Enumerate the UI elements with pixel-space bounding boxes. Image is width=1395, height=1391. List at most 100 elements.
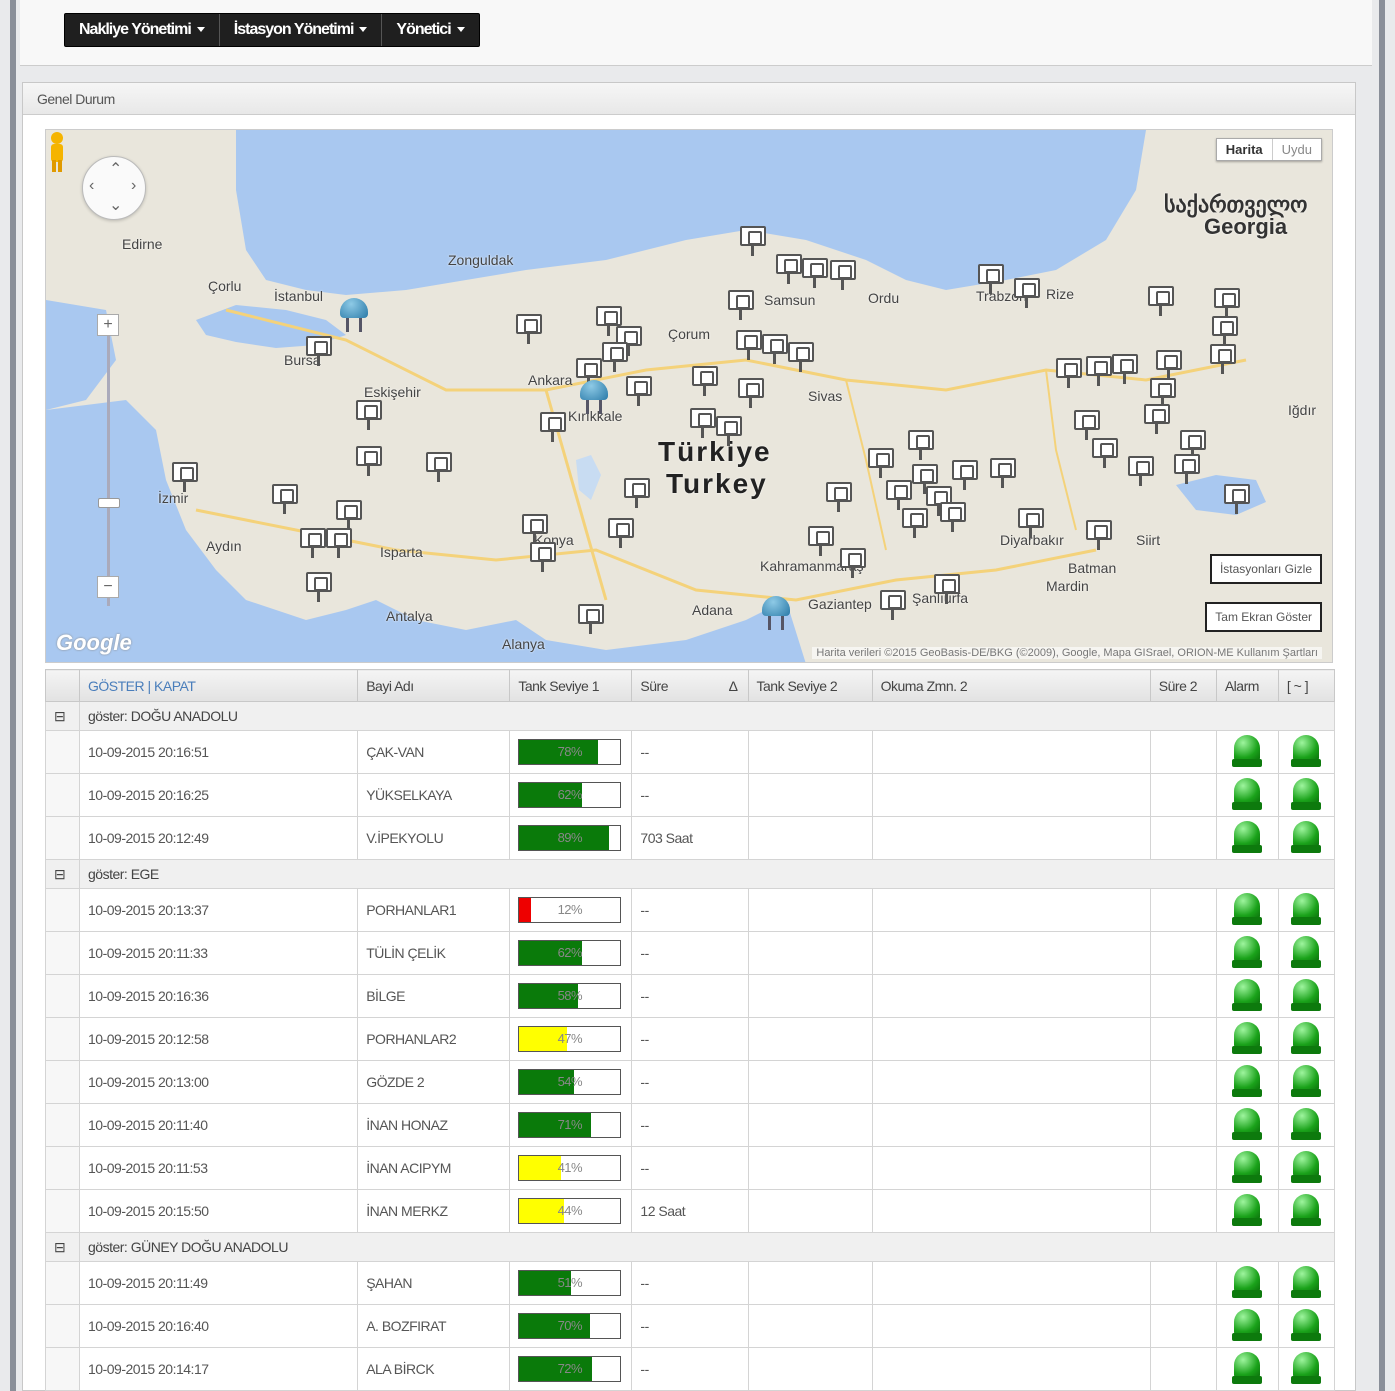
alarm-green-light-icon[interactable] [1291,1151,1322,1185]
alarm-green-light-icon[interactable] [1232,1151,1263,1185]
alarm-green-light-icon[interactable] [1232,936,1263,970]
station-marker-icon[interactable] [840,548,866,578]
alarm-green-light-icon[interactable] [1232,778,1263,812]
station-marker-icon[interactable] [830,260,856,290]
fullscreen-button[interactable]: Tam Ekran Göster [1205,602,1322,632]
table-row[interactable]: 10-09-2015 20:12:49 V.İPEKYOLU 89% 703 Saat [44,816,1336,860]
menu-transport-management[interactable]: Nakliye Yönetimi [65,14,220,46]
station-marker-icon[interactable] [356,400,382,430]
alarm-green-light-icon[interactable] [1232,1194,1263,1228]
station-marker-icon[interactable] [1014,278,1040,308]
group-row[interactable]: ⊟ göster: GÜNEY DOĞU ANADOLU [44,1232,1335,1262]
alarm-green-light-icon[interactable] [1291,735,1322,769]
station-marker-icon[interactable] [886,480,912,510]
table-row[interactable]: 10-09-2015 20:16:36 BİLGE 58% -- [44,974,1336,1018]
station-marker-icon[interactable] [624,478,650,508]
alarm-cell-2[interactable] [1277,1189,1336,1233]
alarm-cell-2[interactable] [1277,1060,1336,1104]
station-marker-icon[interactable] [728,290,754,320]
header-tank1[interactable]: Tank Seviye 1 [509,669,633,702]
zoom-out-button[interactable]: − [97,576,119,598]
table-row[interactable]: 10-09-2015 20:14:17 ALA BİRCK 72% -- [44,1347,1336,1391]
tank-marker-icon[interactable] [338,298,370,334]
station-marker-icon[interactable] [1086,356,1112,386]
alarm-green-light-icon[interactable] [1232,1309,1263,1343]
header-duration2[interactable]: Süre 2 [1149,669,1217,702]
station-marker-icon[interactable] [306,572,332,602]
station-marker-icon[interactable] [762,334,788,364]
map-type-map-button[interactable]: Harita [1217,139,1273,160]
alarm-cell[interactable] [1215,1347,1279,1391]
alarm-cell[interactable] [1215,816,1279,860]
alarm-cell-2[interactable] [1277,773,1336,817]
station-marker-icon[interactable] [626,376,652,406]
alarm-green-light-icon[interactable] [1291,778,1322,812]
station-marker-icon[interactable] [1210,344,1236,374]
table-row[interactable]: 10-09-2015 20:11:49 ŞAHAN 51% -- [44,1261,1336,1305]
alarm-cell-2[interactable] [1277,888,1336,932]
map-view[interactable]: ⌃ ‹ › ⌄ + − Harita Uydu İstasyonları Giz… [45,129,1333,663]
collapse-toggle-icon[interactable]: ⊟ [44,1232,81,1262]
alarm-cell-2[interactable] [1277,1261,1336,1305]
pan-left-icon[interactable]: ‹ [89,177,94,195]
station-marker-icon[interactable] [578,604,604,634]
station-marker-icon[interactable] [738,378,764,408]
sort-icon[interactable]: Δ [729,678,738,694]
pan-right-icon[interactable]: › [131,177,136,195]
table-row[interactable]: 10-09-2015 20:13:37 PORHANLAR1 12% -- [44,888,1336,932]
station-marker-icon[interactable] [1128,456,1154,486]
alarm-green-light-icon[interactable] [1232,1266,1263,1300]
table-row[interactable]: 10-09-2015 20:13:00 GÖZDE 2 54% -- [44,1060,1336,1104]
menu-admin[interactable]: Yönetici [382,14,478,46]
table-row[interactable]: 10-09-2015 20:16:25 YÜKSELKAYA 62% -- [44,773,1336,817]
table-row[interactable]: 10-09-2015 20:11:33 TÜLİN ÇELİK 62% -- [44,931,1336,975]
station-marker-icon[interactable] [172,462,198,492]
table-row[interactable]: 10-09-2015 20:12:58 PORHANLAR2 47% -- [44,1017,1336,1061]
alarm-cell[interactable] [1215,773,1279,817]
station-marker-icon[interactable] [1214,288,1240,318]
group-label[interactable]: göster: GÜNEY DOĞU ANADOLU [79,1232,1335,1262]
station-marker-icon[interactable] [356,446,382,476]
alarm-cell-2[interactable] [1277,730,1336,774]
header-tank2[interactable]: Tank Seviye 2 [747,669,873,702]
table-row[interactable]: 10-09-2015 20:15:50 İNAN MERKZ 44% 12 Saat [44,1189,1336,1233]
map-pan-control[interactable]: ⌃ ‹ › ⌄ [82,156,146,220]
station-marker-icon[interactable] [300,528,326,558]
station-marker-icon[interactable] [1148,286,1174,316]
alarm-cell-2[interactable] [1277,1347,1336,1391]
table-row[interactable]: 10-09-2015 20:16:51 ÇAK-VAN 78% -- [44,730,1336,774]
alarm-cell-2[interactable] [1277,974,1336,1018]
station-marker-icon[interactable] [1074,410,1100,440]
station-marker-icon[interactable] [272,484,298,514]
alarm-green-light-icon[interactable] [1291,1352,1322,1386]
alarm-cell[interactable] [1215,974,1279,1018]
station-marker-icon[interactable] [326,528,352,558]
menu-station-management[interactable]: İstasyon Yönetimi [220,14,383,46]
alarm-green-light-icon[interactable] [1291,1108,1322,1142]
station-marker-icon[interactable] [516,314,542,344]
pan-up-icon[interactable]: ⌃ [109,159,122,179]
street-view-pegman-icon[interactable] [46,130,68,174]
alarm-green-light-icon[interactable] [1291,1022,1322,1056]
alarm-cell[interactable] [1215,1304,1279,1348]
hide-stations-button[interactable]: İstasyonları Gizle [1209,554,1322,584]
station-marker-icon[interactable] [602,342,628,372]
map-attribution[interactable]: Harita verileri ©2015 GeoBasis-DE/BKG (©… [812,647,1322,659]
station-marker-icon[interactable] [1092,438,1118,468]
alarm-green-light-icon[interactable] [1291,1266,1322,1300]
alarm-cell[interactable] [1215,1017,1279,1061]
table-row[interactable]: 10-09-2015 20:11:53 İNAN ACIPYM 41% -- [44,1146,1336,1190]
station-marker-icon[interactable] [1174,454,1200,484]
station-marker-icon[interactable] [336,500,362,530]
table-row[interactable]: 10-09-2015 20:11:40 İNAN HONAZ 71% -- [44,1103,1336,1147]
alarm-green-light-icon[interactable] [1232,893,1263,927]
alarm-cell[interactable] [1215,1103,1279,1147]
alarm-cell-2[interactable] [1277,1146,1336,1190]
alarm-green-light-icon[interactable] [1291,821,1322,855]
station-marker-icon[interactable] [736,330,762,360]
station-marker-icon[interactable] [802,258,828,288]
alarm-green-light-icon[interactable] [1232,1108,1263,1142]
alarm-cell[interactable] [1215,1261,1279,1305]
alarm-green-light-icon[interactable] [1291,1194,1322,1228]
station-marker-icon[interactable] [1224,484,1250,514]
